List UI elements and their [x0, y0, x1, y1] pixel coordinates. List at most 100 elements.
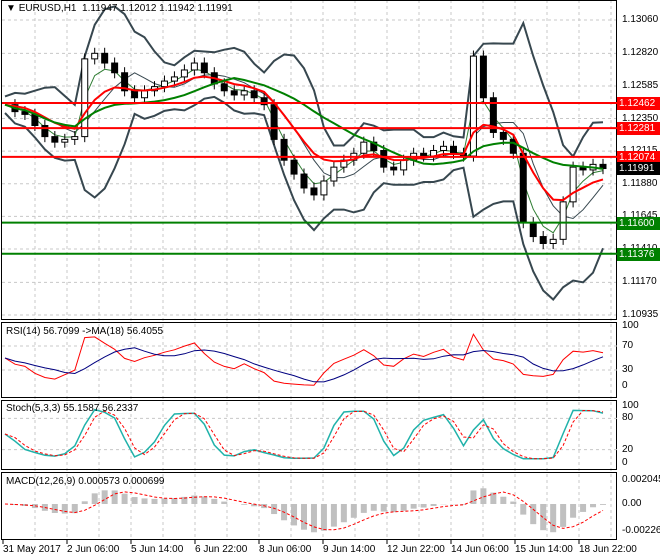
macd-histogram-bar	[500, 496, 507, 504]
macd-histogram-bar	[560, 504, 567, 527]
macd-axis-label: -0.002261	[622, 525, 660, 536]
macd-histogram-bar	[330, 504, 337, 527]
candle-body	[101, 52, 109, 64]
current-price-tag: 1.11991	[617, 162, 660, 176]
macd-histogram-bar	[520, 504, 527, 515]
macd-histogram-bar	[400, 504, 407, 511]
price-axis-label: 1.12820	[622, 47, 659, 59]
candle-body	[569, 166, 577, 203]
candle-body	[170, 76, 178, 82]
macd-histogram-bar	[201, 496, 208, 504]
candle-body	[360, 141, 368, 154]
macd-histogram-bar	[51, 504, 58, 514]
candle-body	[240, 90, 248, 96]
candle-body	[220, 83, 228, 92]
rsi-axis-label: 70	[622, 340, 634, 351]
macd-histogram-bar	[291, 504, 298, 526]
rsi-axis-label: 0	[622, 380, 628, 391]
price-axis-label: 1.10935	[622, 308, 659, 320]
candle-body	[131, 90, 139, 99]
candle-body	[230, 90, 238, 96]
macd-histogram-bar	[271, 504, 278, 515]
time-axis-label: 18 Jun 22:00	[579, 544, 637, 555]
macd-histogram-bar	[430, 504, 437, 506]
macd-histogram-bar	[101, 490, 108, 504]
macd-histogram-bar	[310, 504, 317, 533]
level-price-tag: 1.12462	[617, 97, 660, 110]
macd-histogram-bar	[241, 504, 248, 505]
candle-body	[440, 145, 448, 151]
macd-histogram-bar	[121, 493, 128, 504]
ohlc-values: 1.11947 1.12012 1.11942 1.11991	[82, 3, 233, 14]
time-axis-label: 14 Jun 06:00	[451, 544, 509, 555]
candle-body	[190, 62, 198, 71]
macd-histogram-bar	[380, 504, 387, 512]
macd-histogram-bar	[131, 497, 138, 504]
candle-body	[61, 138, 69, 143]
macd-histogram-bar	[340, 504, 347, 523]
stoch-axis-label: 20	[622, 443, 634, 455]
macd-histogram-bar	[161, 498, 168, 504]
candle-body	[250, 90, 258, 99]
candle-body	[330, 166, 338, 182]
macd-histogram-bar	[580, 504, 587, 512]
macd-histogram-bar	[590, 504, 597, 508]
candle-body	[91, 52, 99, 60]
candle-body	[200, 62, 208, 74]
candle-body	[51, 136, 59, 143]
candle-body	[469, 55, 477, 157]
candle-body	[300, 173, 308, 189]
time-axis-label: 15 Jun 14:00	[515, 544, 573, 555]
candle-body	[499, 131, 507, 140]
candle-body	[519, 152, 527, 224]
symbol-label: EURUSD,H1	[18, 3, 77, 14]
candle-body	[310, 187, 318, 196]
time-axis-label: 6 Jun 22:00	[195, 544, 248, 555]
time-axis-label: 12 Jun 22:00	[387, 544, 445, 555]
candle-body	[270, 104, 278, 140]
candle-body	[420, 152, 428, 157]
rsi-line	[4, 333, 604, 386]
macd-axis-label: 0.00	[622, 498, 642, 509]
macd-histogram-bar	[211, 498, 218, 504]
macd-histogram-bar	[350, 504, 357, 518]
stoch-signal-line	[4, 409, 604, 460]
macd-histogram-bar	[370, 504, 377, 511]
macd-histogram-bar	[410, 504, 417, 509]
price-axis-label: 1.11880	[622, 177, 658, 189]
time-axis-label: 5 Jun 14:00	[131, 544, 184, 555]
rsi-axis-label: 100	[622, 320, 639, 331]
candle-body	[450, 145, 457, 154]
time-axis-label: 8 Jun 06:00	[259, 544, 312, 555]
stoch-label: Stoch(5,3,3) 55.1587 56.2337	[6, 403, 139, 414]
price-axis-label: 1.12585	[622, 79, 659, 91]
price-axis-label: 1.11170	[622, 276, 657, 288]
candle-body	[390, 166, 398, 171]
level-price-tag: 1.12281	[617, 122, 660, 136]
macd-axis-label: 0.002045	[622, 474, 660, 485]
candle-body	[559, 201, 567, 240]
candle-body	[141, 90, 149, 99]
chart-header: ▼ EURUSD,H1 1.11947 1.12012 1.11942 1.11…	[6, 3, 233, 14]
candle-body	[111, 62, 119, 74]
macd-histogram-bar	[151, 498, 158, 504]
macd-histogram-bar	[510, 501, 517, 504]
candle-body	[529, 222, 537, 238]
macd-histogram-bar	[600, 504, 606, 505]
candle-body	[290, 159, 298, 175]
stoch-axis-label: 80	[622, 412, 634, 424]
time-axis-label: 31 May 2017	[3, 544, 61, 555]
macd-histogram-bar	[81, 501, 88, 504]
macd-label: MACD(12,26,9) 0.000573 0.000699	[6, 476, 165, 487]
macd-histogram-bar	[111, 490, 118, 504]
candle-body	[320, 180, 328, 196]
candle-body	[71, 136, 79, 140]
candle-body	[509, 138, 517, 154]
rsi-ma-line	[4, 347, 604, 383]
macd-histogram-bar	[301, 504, 307, 530]
dropdown-triangle-icon[interactable]: ▼	[6, 3, 16, 14]
level-price-tag: 1.11376	[617, 247, 660, 261]
macd-histogram-bar	[91, 493, 98, 504]
chart-window[interactable]: ▼ EURUSD,H1 1.11947 1.12012 1.11942 1.11…	[0, 0, 660, 560]
time-axis-label: 2 Jun 06:00	[67, 544, 120, 555]
